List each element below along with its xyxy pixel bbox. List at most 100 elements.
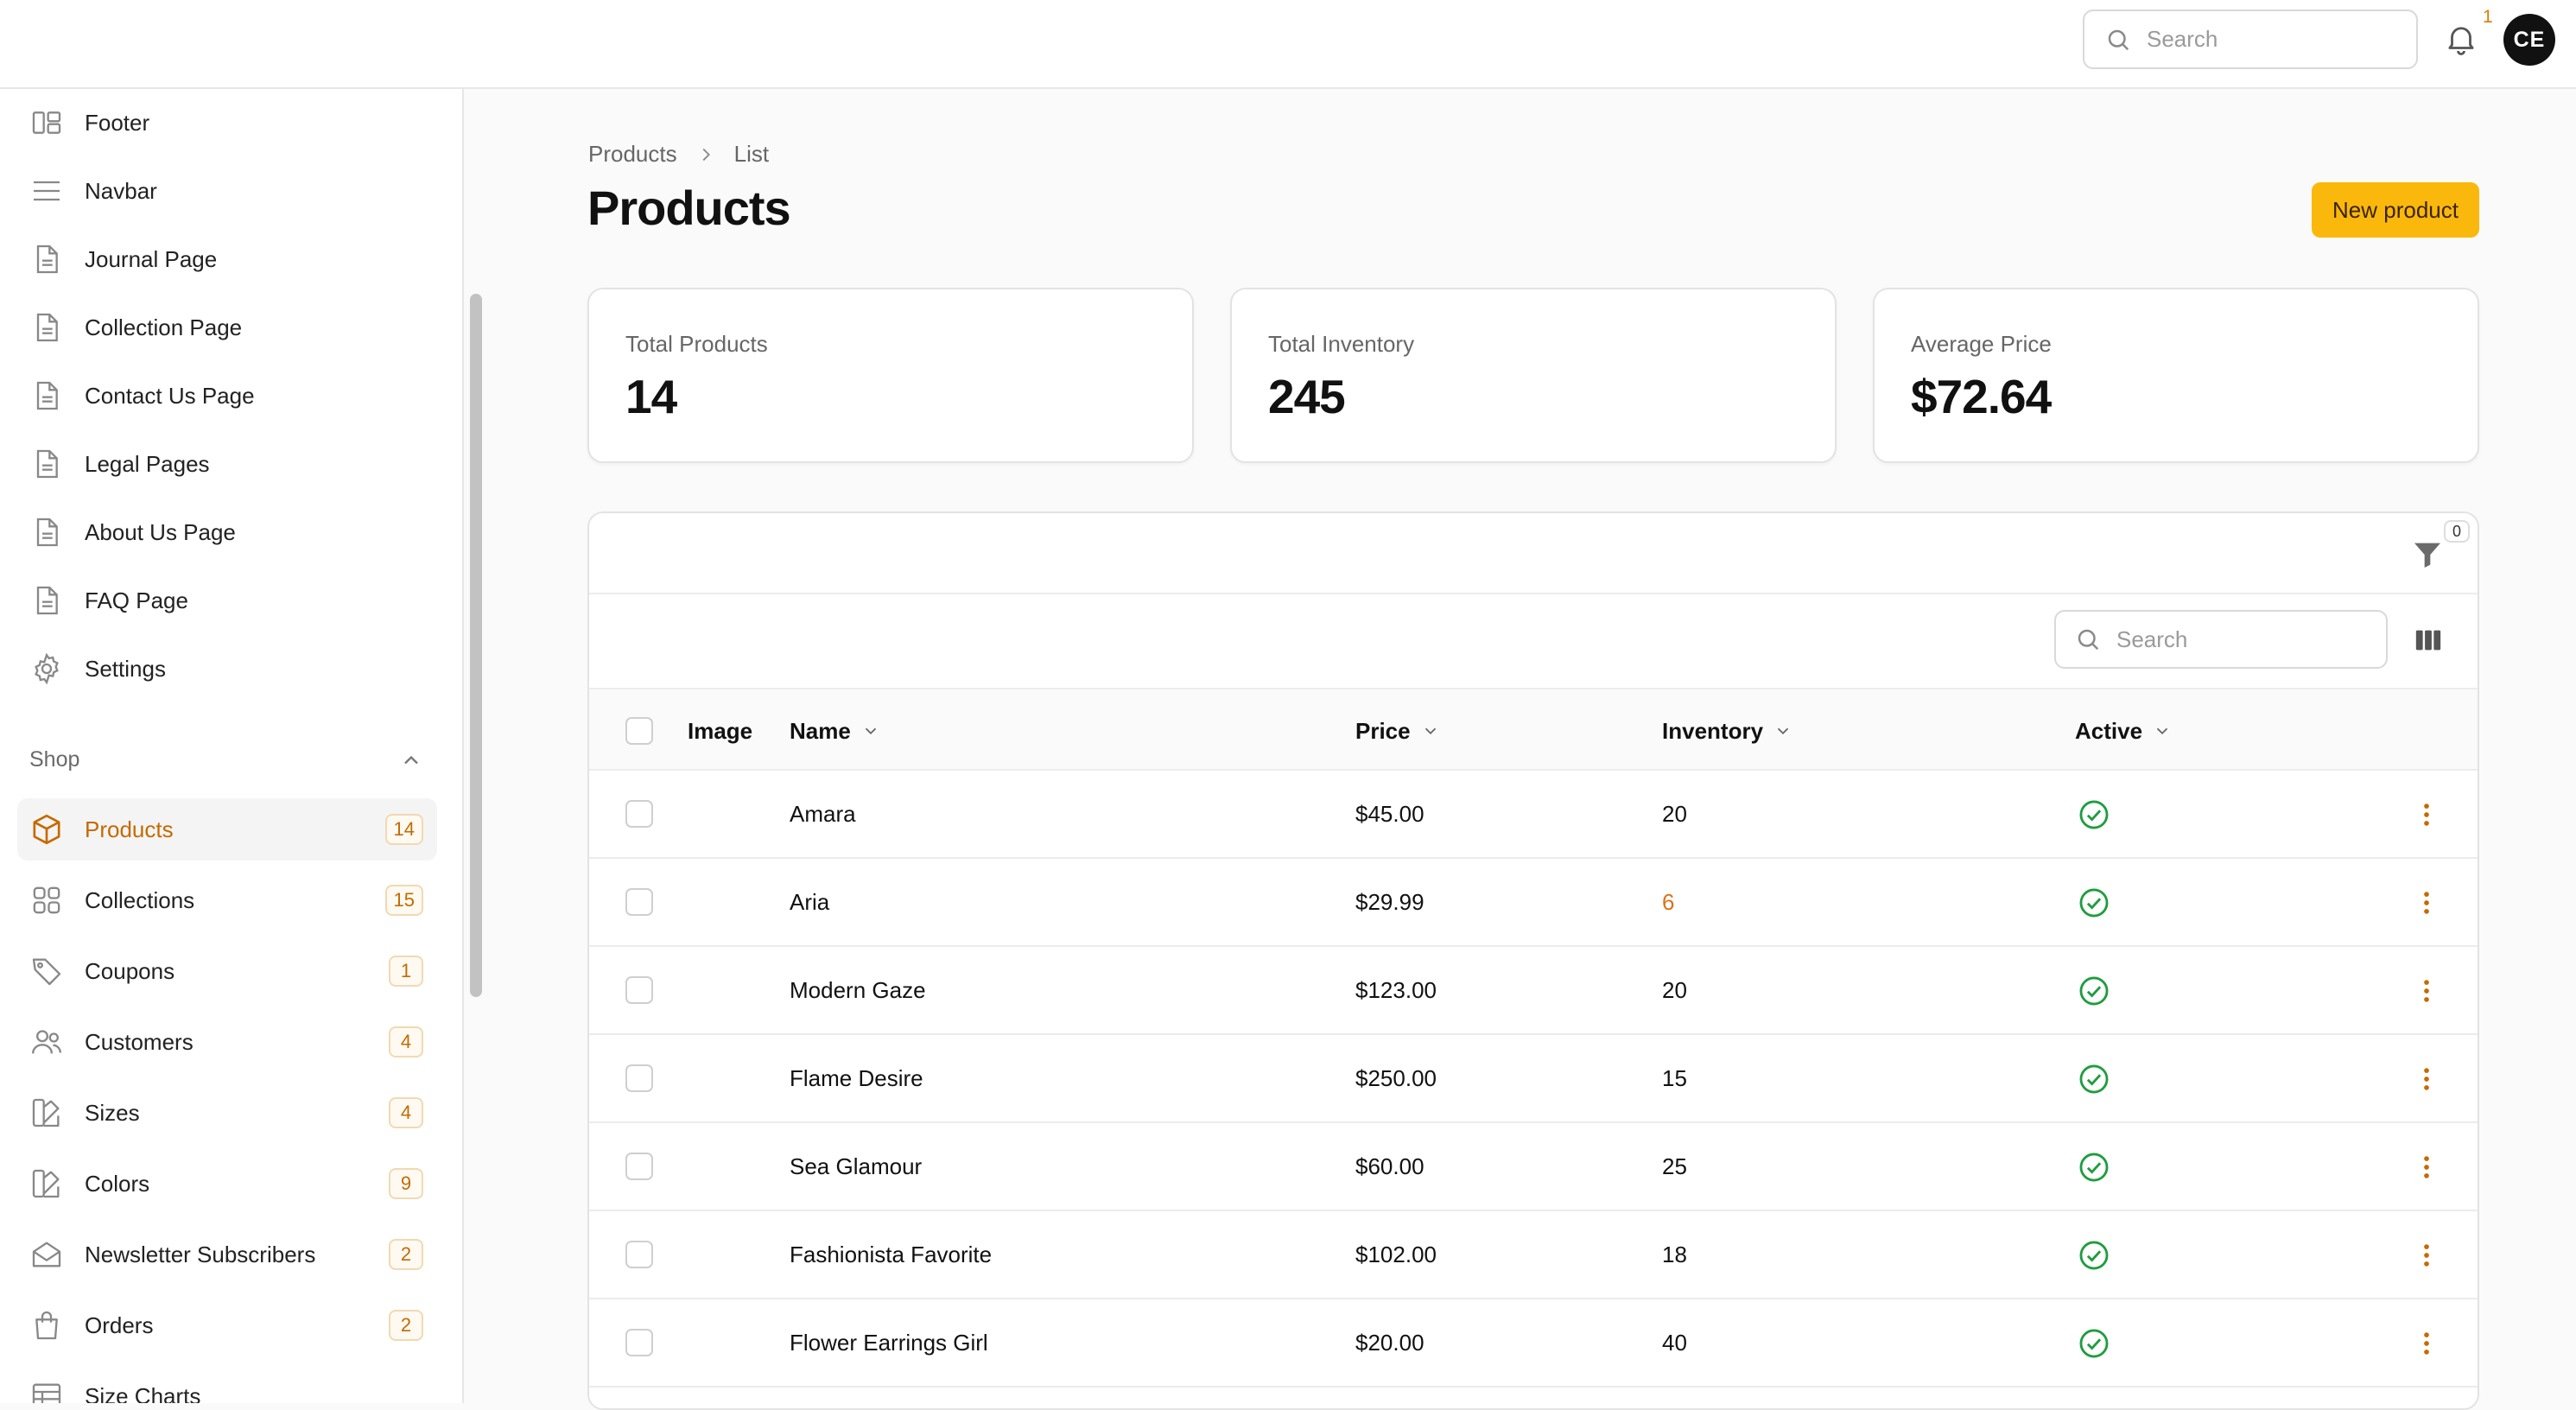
check-circle-icon: [2079, 1241, 2109, 1270]
bell-icon[interactable]: [2443, 21, 2479, 57]
column-header-active[interactable]: Active: [2075, 689, 2172, 772]
check-circle-icon: [2079, 888, 2109, 918]
cell-name: Aria: [790, 888, 830, 915]
row-checkbox[interactable]: [625, 1153, 653, 1180]
shopping-bag-icon: [35, 1311, 58, 1340]
stat-label: Total Products: [625, 331, 768, 357]
stat-card-total-products: Total Products 14: [587, 288, 1194, 463]
stat-label: Average Price: [1911, 331, 2052, 357]
cell-name: Flame Desire: [790, 1064, 923, 1091]
stat-card-total-inventory: Total Inventory 245: [1230, 288, 1837, 463]
column-header-name[interactable]: Name: [790, 689, 880, 772]
sidebar-item-contact-us-page[interactable]: Contact Us Page: [17, 365, 437, 427]
more-vertical-icon[interactable]: [2412, 1153, 2441, 1182]
cell-inventory: 25: [1662, 1153, 1687, 1179]
table-row[interactable]: Aria $29.99 6: [589, 859, 2478, 947]
table-row[interactable]: Flame Desire $250.00 15: [589, 1035, 2478, 1123]
column-header-price[interactable]: Price: [1355, 689, 1440, 772]
more-vertical-icon[interactable]: [2412, 1064, 2441, 1094]
search-icon: [2078, 629, 2099, 651]
cell-name: Fashionista Favorite: [790, 1241, 993, 1267]
sidebar-item-collection-page[interactable]: Collection Page: [17, 296, 437, 359]
cell-price: $102.00: [1355, 1241, 1437, 1267]
column-header-inventory[interactable]: Inventory: [1662, 689, 1792, 772]
table-row[interactable]: Modern Gaze $123.00 20: [589, 947, 2478, 1035]
more-vertical-icon[interactable]: [2412, 1241, 2441, 1270]
sidebar-item-customers[interactable]: Customers 4: [17, 1011, 437, 1073]
sidebar-item-label: FAQ Page: [85, 587, 188, 613]
table-row[interactable]: Sea Glamour $60.00 25: [589, 1123, 2478, 1211]
sidebar-item-navbar[interactable]: Navbar: [17, 160, 437, 222]
breadcrumb: Products List: [588, 141, 769, 168]
sidebar-item-label: Coupons: [85, 957, 175, 984]
chevron-up-icon[interactable]: [399, 748, 423, 772]
table-row[interactable]: Amara $45.00 20: [589, 771, 2478, 859]
row-checkbox[interactable]: [625, 1064, 653, 1092]
sidebar-item-label: Legal Pages: [85, 450, 210, 477]
search-icon: [2108, 29, 2129, 50]
sidebar-item-coupons[interactable]: Coupons 1: [17, 940, 437, 1002]
row-checkbox[interactable]: [625, 888, 653, 916]
count-badge: 15: [384, 885, 423, 916]
sidebar-item-orders[interactable]: Orders 2: [17, 1294, 437, 1356]
row-checkbox[interactable]: [625, 1241, 653, 1268]
sidebar-item-footer[interactable]: Footer: [17, 92, 437, 154]
row-checkbox[interactable]: [625, 976, 653, 1004]
cell-name: Flower Earrings Girl: [790, 1329, 988, 1356]
row-checkbox[interactable]: [625, 1329, 653, 1356]
select-all-checkbox[interactable]: [625, 717, 653, 745]
column-label: Inventory: [1662, 717, 1764, 744]
sidebar-item-label: About Us Page: [85, 518, 236, 545]
more-vertical-icon[interactable]: [2412, 888, 2441, 918]
table-search-input[interactable]: Search: [2054, 610, 2388, 669]
sidebar-item-label: Navbar: [85, 177, 157, 204]
sidebar-item-products[interactable]: Products 14: [17, 798, 437, 861]
sidebar-item-faq-page[interactable]: FAQ Page: [17, 569, 437, 632]
cell-inventory: 20: [1662, 800, 1687, 827]
tag-icon: [32, 958, 61, 986]
row-checkbox[interactable]: [625, 800, 653, 828]
filter-count-badge: 0: [2444, 520, 2470, 543]
cell-inventory: 15: [1662, 1064, 1687, 1091]
sidebar-item-collections[interactable]: Collections 15: [17, 869, 437, 931]
breadcrumb-products[interactable]: Products: [588, 141, 677, 168]
count-badge: 1: [389, 956, 423, 987]
more-vertical-icon[interactable]: [2412, 976, 2441, 1006]
sidebar-item-sizes[interactable]: Sizes 4: [17, 1082, 437, 1144]
sidebar-item-legal-pages[interactable]: Legal Pages: [17, 433, 437, 495]
sidebar-item-settings[interactable]: Settings: [17, 638, 437, 700]
swatch-icon: [32, 1169, 60, 1198]
more-vertical-icon[interactable]: [2412, 1329, 2441, 1358]
cell-inventory: 18: [1662, 1241, 1687, 1267]
new-product-button[interactable]: New product: [2312, 182, 2479, 238]
table-header: Image Name Price Inventory Active: [589, 688, 2478, 771]
stat-value: $72.64: [1911, 370, 2052, 423]
top-bar: Search 1 CE: [0, 0, 2576, 89]
columns-icon[interactable]: [2414, 626, 2443, 655]
sidebar-item-about-us-page[interactable]: About Us Page: [17, 501, 437, 563]
sidebar-item-newsletter-subscribers[interactable]: Newsletter Subscribers 2: [17, 1223, 437, 1286]
sidebar: Footer Navbar Journal Page Collection Pa…: [0, 89, 464, 1403]
products-table: 0 Search Image Name Price Inventory Acti…: [587, 511, 2479, 1410]
chevron-down-icon: [865, 727, 876, 735]
filter-icon[interactable]: [2410, 537, 2445, 572]
sidebar-item-size-charts[interactable]: Size Charts: [17, 1365, 437, 1403]
table-row[interactable]: Flower Earrings Girl $20.00 40: [589, 1299, 2478, 1388]
grid-icon: [33, 886, 60, 914]
users-icon: [32, 1030, 61, 1054]
more-vertical-icon[interactable]: [2412, 800, 2441, 829]
sidebar-item-journal-page[interactable]: Journal Page: [17, 228, 437, 290]
column-label: Image: [688, 717, 753, 744]
sidebar-item-colors[interactable]: Colors 9: [17, 1153, 437, 1215]
table-row[interactable]: Fashionista Favorite $102.00 18: [589, 1211, 2478, 1299]
envelope-icon: [32, 1242, 61, 1267]
sidebar-item-label: Newsletter Subscribers: [85, 1241, 316, 1267]
cell-inventory: 40: [1662, 1329, 1687, 1356]
avatar[interactable]: CE: [2503, 14, 2555, 66]
check-circle-icon: [2079, 976, 2109, 1006]
sidebar-scrollbar[interactable]: [470, 294, 482, 997]
global-search-input[interactable]: Search: [2083, 10, 2418, 69]
cell-name: Amara: [790, 800, 856, 827]
stat-value: 14: [625, 370, 677, 423]
check-circle-icon: [2079, 1329, 2109, 1358]
